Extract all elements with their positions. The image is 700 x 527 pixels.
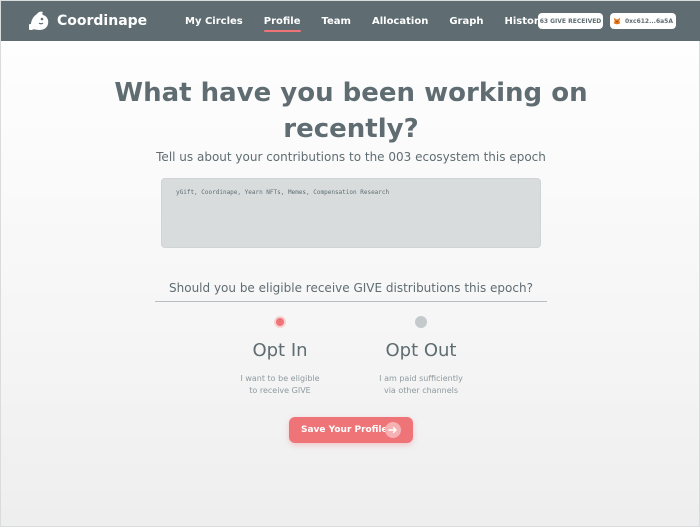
eligibility-question: Should you be eligible receive GIVE dist… — [155, 281, 547, 302]
brand[interactable]: Coordinape — [27, 9, 147, 33]
give-received-label: 63 GIVE RECEIVED — [539, 17, 602, 25]
opt-in-desc-line-2: to receive GIVE — [249, 386, 311, 395]
wallet-address: 0xc612...6a5A — [624, 17, 673, 25]
nav-team[interactable]: Team — [322, 16, 351, 27]
arrow-right-icon — [385, 422, 401, 438]
app-name: Coordinape — [57, 13, 148, 29]
opt-out-radio[interactable] — [415, 316, 427, 328]
opt-in-option[interactable]: Opt In I want to be eligible to receive … — [210, 316, 350, 397]
nav-allocation[interactable]: Allocation — [372, 16, 428, 27]
page-title: What have you been working on recently? — [1, 75, 700, 147]
page-title-line-2: recently? — [283, 114, 419, 144]
nav-profile[interactable]: Profile — [263, 16, 301, 32]
save-profile-button[interactable]: Save Your Profile — [289, 417, 413, 443]
opt-out-option[interactable]: Opt Out I am paid sufficiently via other… — [351, 316, 491, 397]
coordinape-ape-icon — [29, 11, 49, 30]
main-nav: My Circles Profile Team Allocation Graph… — [185, 1, 566, 41]
metamask-fox-icon — [613, 17, 621, 25]
page-subtitle: Tell us about your contributions to the … — [156, 150, 546, 164]
nav-graph[interactable]: Graph — [449, 16, 483, 27]
opt-out-title: Opt Out — [385, 340, 457, 361]
opt-out-description: I am paid sufficiently via other channel… — [351, 373, 491, 397]
opt-out-desc-line-1: I am paid sufficiently — [379, 374, 463, 383]
top-navigation-bar: Coordinape My Circles Profile Team Alloc… — [1, 1, 700, 41]
opt-in-desc-line-1: I want to be eligible — [240, 374, 320, 383]
opt-in-radio[interactable] — [274, 316, 286, 328]
save-profile-label: Save Your Profile — [301, 425, 388, 435]
contributions-input[interactable]: yGift, Coordinape, Yearn NFTs, Memes, Co… — [161, 178, 541, 248]
opt-in-description: I want to be eligible to receive GIVE — [210, 373, 350, 397]
page-title-line-1: What have you been working on — [114, 78, 588, 108]
wallet-button[interactable]: 0xc612...6a5A — [610, 13, 676, 29]
give-received-badge[interactable]: 63 GIVE RECEIVED — [538, 13, 603, 29]
nav-my-circles[interactable]: My Circles — [185, 16, 243, 27]
opt-in-title: Opt In — [252, 340, 308, 361]
opt-out-desc-line-2: via other channels — [383, 386, 459, 395]
